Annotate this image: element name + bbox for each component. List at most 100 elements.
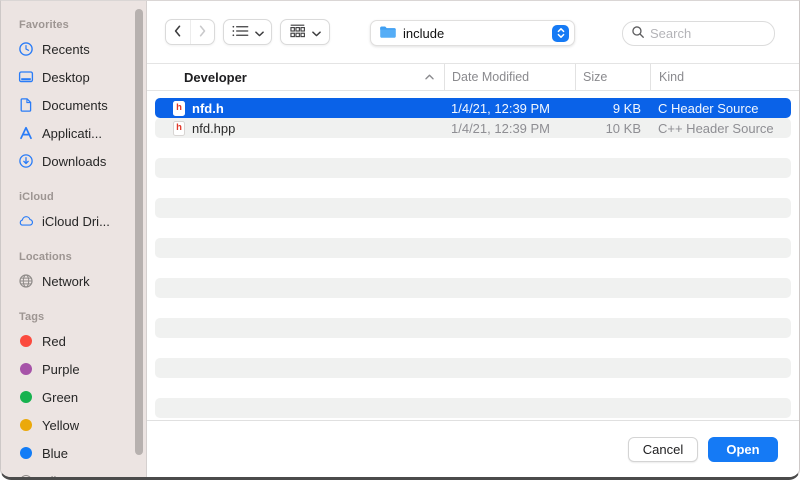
location-popup-button[interactable]: include <box>370 20 575 46</box>
sidebar-item-recents[interactable]: Recents <box>1 35 146 63</box>
open-file-dialog: Favorites Recents Desktop Documents Appl… <box>0 0 800 480</box>
empty-row <box>155 218 791 238</box>
file-kind: C++ Header Source <box>650 121 791 136</box>
tag-dot-green <box>18 389 34 405</box>
sidebar-section-locations: Locations <box>1 247 146 267</box>
sidebar-section-icloud: iCloud <box>1 187 146 207</box>
file-kind: C Header Source <box>650 101 791 116</box>
sidebar-item-all-tags[interactable]: All Tags <box>1 467 146 477</box>
group-view-button[interactable] <box>280 19 330 45</box>
column-header-name[interactable]: Developer <box>147 64 444 90</box>
download-circle-icon <box>18 153 34 169</box>
list-view-icon <box>232 25 249 40</box>
empty-row <box>155 258 791 278</box>
file-row-nfd-hpp[interactable]: h nfd.hpp 1/4/21, 12:39 PM 10 KB C++ Hea… <box>155 118 791 138</box>
sidebar-item-tag-red[interactable]: Red <box>1 327 146 355</box>
cpp-header-file-icon: h <box>173 121 185 136</box>
file-size: 9 KB <box>575 101 650 116</box>
sidebar-item-documents[interactable]: Documents <box>1 91 146 119</box>
sidebar-item-label: Yellow <box>42 418 79 433</box>
sidebar-item-tag-purple[interactable]: Purple <box>1 355 146 383</box>
chevron-left-icon <box>173 24 182 41</box>
main-pane: include Developer Date Modified <box>147 1 799 477</box>
empty-row <box>155 318 791 338</box>
sidebar-item-network[interactable]: Network <box>1 267 146 295</box>
search-icon <box>631 25 645 42</box>
sidebar-section-favorites: Favorites <box>1 15 146 35</box>
sidebar-section-tags: Tags <box>1 307 146 327</box>
sidebar-item-label: Purple <box>42 362 80 377</box>
table-header: Developer Date Modified Size Kind <box>147 64 799 91</box>
empty-row <box>155 138 791 158</box>
column-header-size[interactable]: Size <box>575 64 650 90</box>
cloud-icon <box>18 213 34 229</box>
file-list: h nfd.h 1/4/21, 12:39 PM 9 KB C Header S… <box>147 91 799 420</box>
chevron-right-icon <box>198 24 207 41</box>
column-header-date-modified[interactable]: Date Modified <box>444 64 575 90</box>
sidebar-item-label: Applicati... <box>42 126 102 141</box>
c-header-file-icon: h <box>173 101 185 116</box>
sidebar: Favorites Recents Desktop Documents Appl… <box>1 1 147 477</box>
sidebar-item-icloud-drive[interactable]: iCloud Dri... <box>1 207 146 235</box>
back-button[interactable] <box>166 20 190 44</box>
sidebar-item-tag-green[interactable]: Green <box>1 383 146 411</box>
file-name: nfd.h <box>192 101 224 116</box>
file-row-nfd-h[interactable]: h nfd.h 1/4/21, 12:39 PM 9 KB C Header S… <box>155 98 791 118</box>
group-view-icon <box>289 24 306 41</box>
folder-icon <box>379 25 397 42</box>
forward-button[interactable] <box>190 20 214 44</box>
toolbar: include <box>147 1 799 64</box>
empty-row <box>155 198 791 218</box>
sidebar-item-label: Desktop <box>42 70 90 85</box>
file-date: 1/4/21, 12:39 PM <box>444 121 575 136</box>
desktop-icon <box>18 69 34 85</box>
sidebar-item-tag-yellow[interactable]: Yellow <box>1 411 146 439</box>
list-view-button[interactable] <box>223 19 272 45</box>
nav-segmented-control <box>165 19 215 45</box>
file-date: 1/4/21, 12:39 PM <box>444 101 575 116</box>
empty-row <box>155 378 791 398</box>
empty-row <box>155 298 791 318</box>
globe-icon <box>18 273 34 289</box>
dialog-footer: Cancel Open <box>147 420 799 477</box>
empty-row <box>155 158 791 178</box>
sidebar-item-label: Network <box>42 274 90 289</box>
empty-row <box>155 238 791 258</box>
sidebar-item-label: Downloads <box>42 154 106 169</box>
sidebar-scrollbar[interactable] <box>135 9 143 455</box>
open-button[interactable]: Open <box>708 437 778 462</box>
column-header-kind[interactable]: Kind <box>650 64 799 90</box>
sidebar-item-label: Recents <box>42 42 90 57</box>
file-name: nfd.hpp <box>192 121 235 136</box>
appstore-icon <box>18 125 34 141</box>
chevron-down-icon <box>255 25 264 40</box>
empty-row <box>155 338 791 358</box>
clock-icon <box>18 41 34 57</box>
sidebar-item-downloads[interactable]: Downloads <box>1 147 146 175</box>
search-field[interactable] <box>622 21 775 46</box>
sidebar-item-label: Red <box>42 334 66 349</box>
empty-row <box>155 278 791 298</box>
all-tags-circle-icon <box>18 473 34 477</box>
tag-dot-blue <box>18 445 34 461</box>
tag-dot-yellow <box>18 417 34 433</box>
cancel-button[interactable]: Cancel <box>628 437 698 462</box>
sidebar-item-label: Documents <box>42 98 108 113</box>
location-popup-label: include <box>403 26 546 41</box>
file-size: 10 KB <box>575 121 650 136</box>
popup-stepper-icon <box>552 25 569 42</box>
sidebar-item-desktop[interactable]: Desktop <box>1 63 146 91</box>
sidebar-item-label: Blue <box>42 446 68 461</box>
empty-row <box>155 178 791 198</box>
chevron-down-icon <box>312 25 321 40</box>
sort-ascending-icon <box>425 74 434 80</box>
sidebar-item-label: iCloud Dri... <box>42 214 110 229</box>
search-input[interactable] <box>650 26 766 41</box>
empty-row <box>155 358 791 378</box>
sidebar-item-label: Green <box>42 390 78 405</box>
sidebar-item-label: All Tags <box>42 474 87 478</box>
sidebar-item-tag-blue[interactable]: Blue <box>1 439 146 467</box>
empty-row <box>155 398 791 418</box>
sidebar-item-applications[interactable]: Applicati... <box>1 119 146 147</box>
document-icon <box>18 97 34 113</box>
